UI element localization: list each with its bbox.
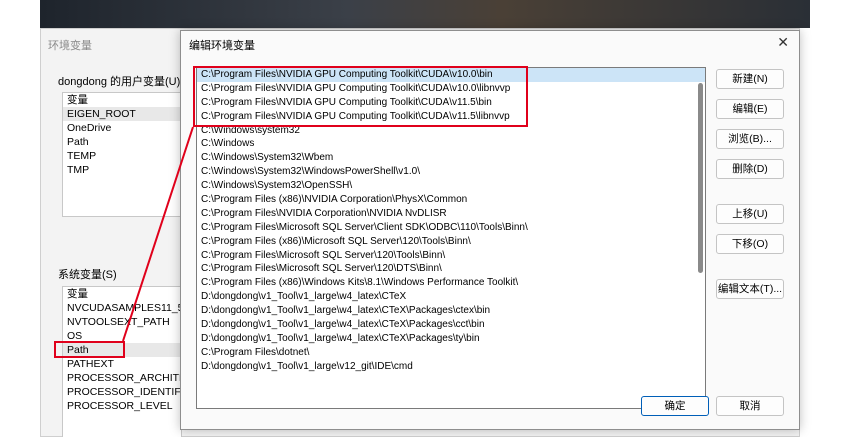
annotation-arrow-line [122,126,194,342]
